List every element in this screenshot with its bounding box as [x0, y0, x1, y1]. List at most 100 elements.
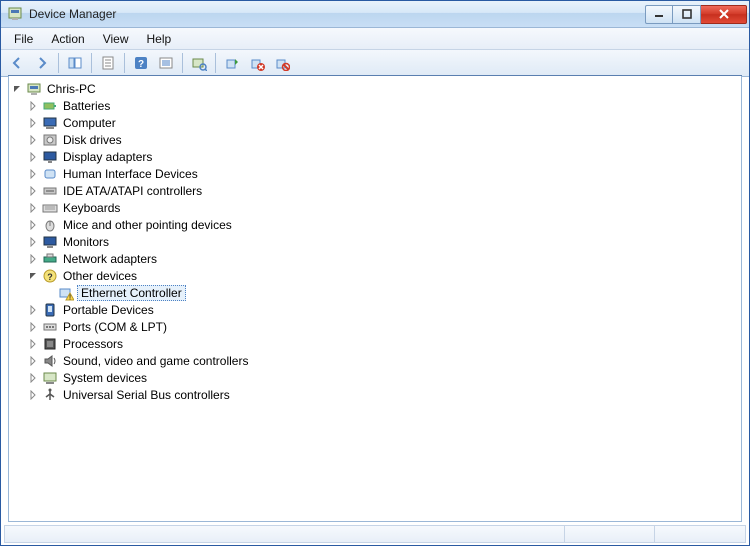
tree-category[interactable]: Network adapters — [11, 250, 739, 267]
maximize-button[interactable] — [673, 5, 701, 24]
tree-category[interactable]: Display adapters — [11, 148, 739, 165]
back-button[interactable] — [5, 52, 29, 74]
port-icon — [42, 319, 58, 335]
tree-category[interactable]: Portable Devices — [11, 301, 739, 318]
expand-icon[interactable] — [27, 355, 39, 367]
tree-item-label: Disk drives — [61, 133, 124, 147]
tree-category[interactable]: Monitors — [11, 233, 739, 250]
tree-category[interactable]: System devices — [11, 369, 739, 386]
portable-icon — [42, 302, 58, 318]
expand-icon[interactable] — [27, 100, 39, 112]
expand-icon[interactable] — [27, 151, 39, 163]
tree-category[interactable]: Computer — [11, 114, 739, 131]
tree-category[interactable]: Human Interface Devices — [11, 165, 739, 182]
tree-item-label: Human Interface Devices — [61, 167, 200, 181]
toolbar-separator — [182, 53, 183, 73]
uninstall-button[interactable] — [245, 52, 269, 74]
expand-icon[interactable] — [27, 253, 39, 265]
tree-item-label: Network adapters — [61, 252, 159, 266]
statusbar — [4, 525, 746, 543]
expand-icon[interactable] — [27, 219, 39, 231]
tree-category[interactable]: Disk drives — [11, 131, 739, 148]
tree-root[interactable]: Chris-PC — [11, 80, 739, 97]
mouse-icon — [42, 217, 58, 233]
expand-icon[interactable] — [27, 321, 39, 333]
tree-item-label: System devices — [61, 371, 149, 385]
tree-category[interactable]: Keyboards — [11, 199, 739, 216]
help-button[interactable]: ? — [129, 52, 153, 74]
expand-icon[interactable] — [27, 185, 39, 197]
svg-text:?: ? — [47, 272, 53, 282]
menu-view[interactable]: View — [94, 30, 138, 48]
expand-icon[interactable] — [27, 202, 39, 214]
cpu-icon — [42, 336, 58, 352]
menu-help[interactable]: Help — [138, 30, 181, 48]
unknown-icon: ? — [42, 268, 58, 284]
update-driver-button[interactable] — [220, 52, 244, 74]
close-button[interactable] — [701, 5, 747, 24]
tree-category[interactable]: Processors — [11, 335, 739, 352]
toolbar-separator — [58, 53, 59, 73]
display-icon — [42, 149, 58, 165]
ide-icon — [42, 183, 58, 199]
collapse-icon[interactable] — [27, 270, 39, 282]
tree-category[interactable]: Batteries — [11, 97, 739, 114]
expand-icon[interactable] — [27, 304, 39, 316]
tree-category[interactable]: Universal Serial Bus controllers — [11, 386, 739, 403]
window-controls — [645, 5, 747, 24]
collapse-icon[interactable] — [11, 83, 23, 95]
hid-icon — [42, 166, 58, 182]
properties-button[interactable] — [96, 52, 120, 74]
expand-icon[interactable] — [27, 117, 39, 129]
tree-category[interactable]: Ports (COM & LPT) — [11, 318, 739, 335]
tree-device[interactable]: !Ethernet Controller — [11, 284, 739, 301]
titlebar: Device Manager — [1, 1, 749, 28]
computer-icon — [42, 115, 58, 131]
tree-item-label: IDE ATA/ATAPI controllers — [61, 184, 204, 198]
menubar: File Action View Help — [1, 28, 749, 50]
expand-icon[interactable] — [27, 372, 39, 384]
svg-text:?: ? — [138, 59, 144, 70]
disable-button[interactable] — [270, 52, 294, 74]
tree-category[interactable]: Mice and other pointing devices — [11, 216, 739, 233]
forward-button[interactable] — [30, 52, 54, 74]
tree-category[interactable]: IDE ATA/ATAPI controllers — [11, 182, 739, 199]
tree-item-label: Universal Serial Bus controllers — [61, 388, 232, 402]
status-pane — [655, 526, 745, 542]
tree-category[interactable]: ? Other devices — [11, 267, 739, 284]
tree-item-label: Display adapters — [61, 150, 154, 164]
disk-icon — [42, 132, 58, 148]
battery-icon — [42, 98, 58, 114]
monitor-icon — [42, 234, 58, 250]
expand-icon[interactable] — [27, 389, 39, 401]
tree-item-label: Ethernet Controller — [77, 285, 186, 301]
expand-icon[interactable] — [27, 134, 39, 146]
network-icon — [42, 251, 58, 267]
toolbar-separator — [124, 53, 125, 73]
tree-item-label: Sound, video and game controllers — [61, 354, 250, 368]
action-list-button[interactable] — [154, 52, 178, 74]
tree-item-label: Keyboards — [61, 201, 122, 215]
status-pane — [565, 526, 655, 542]
sound-icon — [42, 353, 58, 369]
tree-category[interactable]: Sound, video and game controllers — [11, 352, 739, 369]
tree-item-label: Chris-PC — [45, 82, 98, 96]
expand-icon[interactable] — [27, 236, 39, 248]
expand-icon[interactable] — [27, 168, 39, 180]
status-pane — [5, 526, 565, 542]
warning-icon: ! — [58, 285, 74, 301]
tree-item-label: Other devices — [61, 269, 139, 283]
scan-hardware-button[interactable] — [187, 52, 211, 74]
tree-item-label: Batteries — [61, 99, 112, 113]
show-hide-console-tree-button[interactable] — [63, 52, 87, 74]
usb-icon — [42, 387, 58, 403]
pcroot-icon — [26, 81, 42, 97]
expand-icon[interactable] — [27, 338, 39, 350]
tree-item-label: Portable Devices — [61, 303, 156, 317]
tree-item-label: Processors — [61, 337, 125, 351]
tree-item-label: Monitors — [61, 235, 111, 249]
device-tree-pane[interactable]: Chris-PC BatteriesComputer Disk drives Disp… — [8, 76, 742, 522]
menu-action[interactable]: Action — [42, 30, 93, 48]
minimize-button[interactable] — [645, 5, 673, 24]
menu-file[interactable]: File — [5, 30, 42, 48]
